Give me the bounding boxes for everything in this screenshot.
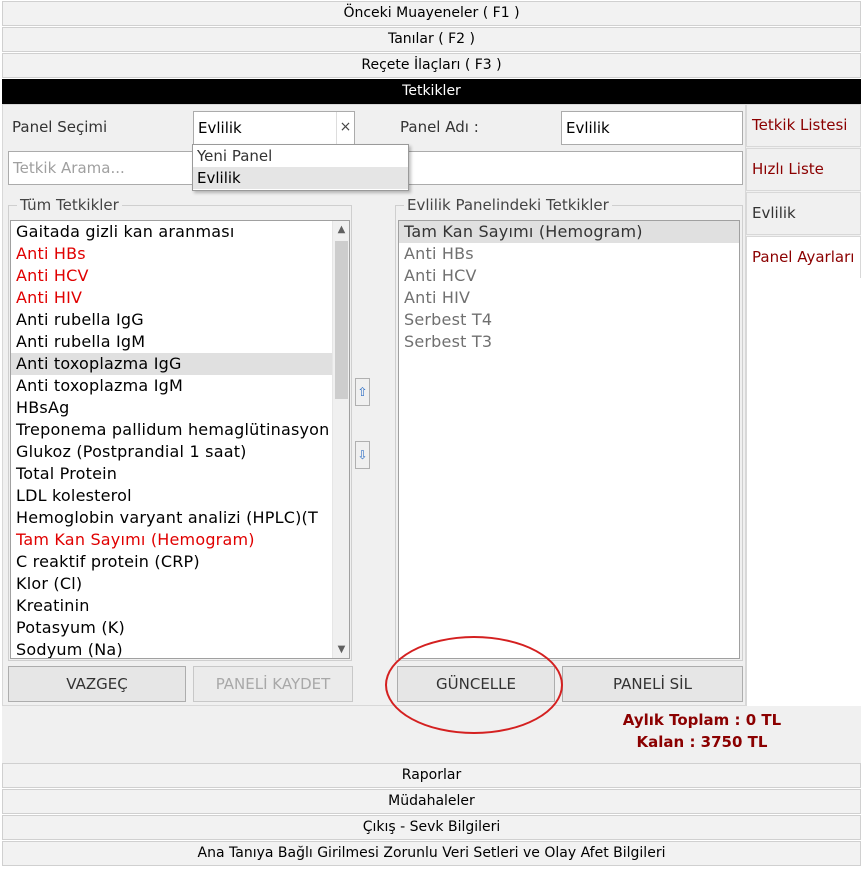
clear-icon[interactable]: × [336,112,354,144]
list-item[interactable]: Anti HBs [399,243,739,265]
arrow-up-icon: ⇧ [357,385,368,399]
panel-selection-combobox[interactable]: Evlilik × [193,111,355,145]
accordion-tests[interactable]: Tetkikler [2,79,861,104]
list-item[interactable]: LDL kolesterol [11,485,349,507]
all-tests-items: Gaitada gizli kan aranması Anti HBs Anti H… [11,221,349,658]
panel-name-input[interactable]: Evlilik [561,111,743,145]
list-item[interactable]: Kreatinin [11,595,349,617]
tab-evlilik[interactable]: Evlilik [746,192,861,235]
list-item[interactable]: Sodyum (Na) [11,639,349,658]
save-panel-button: PANELİ KAYDET [193,666,353,702]
panel-selection-value: Evlilik [198,119,242,137]
accordion-previous-exams[interactable]: Önceki Muayeneler ( F1 ) [2,1,861,26]
list-item[interactable]: Total Protein [11,463,349,485]
panel-tests-title: Evlilik Panelindeki Tetkikler [404,196,612,214]
cancel-button[interactable]: VAZGEÇ [8,666,186,702]
all-tests-title: Tüm Tetkikler [17,196,122,214]
panel-settings-form: Panel Seçimi Evlilik × Panel Adı : Evlil… [2,104,746,706]
accordion-prescriptions[interactable]: Reçete İlaçları ( F3 ) [2,53,861,78]
panel-tests-group: Evlilik Panelindeki Tetkikler Tam Kan Sa… [395,196,743,661]
list-item[interactable]: Serbest T3 [399,331,739,353]
all-tests-group: Tüm Tetkikler Gaitada gizli kan aranması… [8,196,352,661]
panel-selection-dropdown[interactable]: Yeni Panel Evlilik [192,144,409,191]
panel-name-label: Panel Adı : [400,118,479,136]
chevron-down-icon[interactable]: ▼ [333,641,349,658]
accordion-reports[interactable]: Raporlar [2,763,861,788]
update-button[interactable]: GÜNCELLE [397,666,555,702]
move-down-button[interactable]: ⇩ [355,441,370,469]
scrollbar-thumb[interactable] [335,241,348,399]
dropdown-option-evlilik[interactable]: Evlilik [193,167,408,189]
accordion-diagnoses[interactable]: Tanılar ( F2 ) [2,27,861,52]
tab-area-fill [746,278,861,706]
accordion-mandatory-datasets[interactable]: Ana Tanıya Bağlı Girilmesi Zorunlu Veri … [2,841,861,866]
list-item[interactable]: Anti toxoplazma IgG [11,353,349,375]
list-item[interactable]: Anti HBs [11,243,349,265]
list-item[interactable]: Gaitada gizli kan aranması [11,221,349,243]
monthly-total: Aylık Toplam : 0 TL [622,711,782,729]
list-item[interactable]: Glukoz (Postprandial 1 saat) [11,441,349,463]
list-item[interactable]: Tam Kan Sayımı (Hemogram) [11,529,349,551]
list-item[interactable]: Klor (Cl) [11,573,349,595]
tests-section: Panel Seçimi Evlilik × Panel Adı : Evlil… [2,104,861,763]
list-item[interactable]: Hemoglobin varyant analizi (HPLC)(T [11,507,349,529]
chevron-up-icon[interactable]: ▲ [333,221,349,238]
list-item[interactable]: Anti rubella IgG [11,309,349,331]
list-item[interactable]: Potasyum (K) [11,617,349,639]
accordion-discharge-referral[interactable]: Çıkış - Sevk Bilgileri [2,815,861,840]
accordion-interventions[interactable]: Müdahaleler [2,789,861,814]
remaining-balance: Kalan : 3750 TL [636,733,768,751]
dropdown-option-new-panel[interactable]: Yeni Panel [193,145,408,167]
list-item[interactable]: HBsAg [11,397,349,419]
arrow-down-icon: ⇩ [357,448,368,462]
list-item[interactable]: Tam Kan Sayımı (Hemogram) [399,221,739,243]
list-item[interactable]: Anti HCV [11,265,349,287]
list-item[interactable]: Anti rubella IgM [11,331,349,353]
all-tests-list[interactable]: Gaitada gizli kan aranması Anti HBs Anti H… [10,220,350,659]
list-item[interactable]: Anti toxoplazma IgM [11,375,349,397]
delete-panel-button[interactable]: PANELİ SİL [562,666,743,702]
list-item[interactable]: Anti HIV [399,287,739,309]
all-tests-scrollbar[interactable]: ▲ ▼ [332,221,349,658]
list-item[interactable]: Anti HIV [11,287,349,309]
list-item[interactable]: C reaktif protein (CRP) [11,551,349,573]
test-search-placeholder: Tetkik Arama... [13,159,125,177]
panel-tests-items: Tam Kan Sayımı (Hemogram) Anti HBs Anti HC… [399,221,739,353]
tab-test-list[interactable]: Tetkik Listesi [746,104,861,147]
tab-quick-list[interactable]: Hızlı Liste [746,148,861,191]
panel-selection-label: Panel Seçimi [12,118,108,136]
list-item[interactable]: Anti HCV [399,265,739,287]
list-item[interactable]: Treponema pallidum hemaglütinasyon [11,419,349,441]
panel-name-value: Evlilik [566,119,610,137]
list-item[interactable]: Serbest T4 [399,309,739,331]
move-up-button[interactable]: ⇧ [355,378,370,406]
tab-panel-settings[interactable]: Panel Ayarları [746,236,861,279]
panel-tests-list[interactable]: Tam Kan Sayımı (Hemogram) Anti HBs Anti HC… [398,220,740,659]
